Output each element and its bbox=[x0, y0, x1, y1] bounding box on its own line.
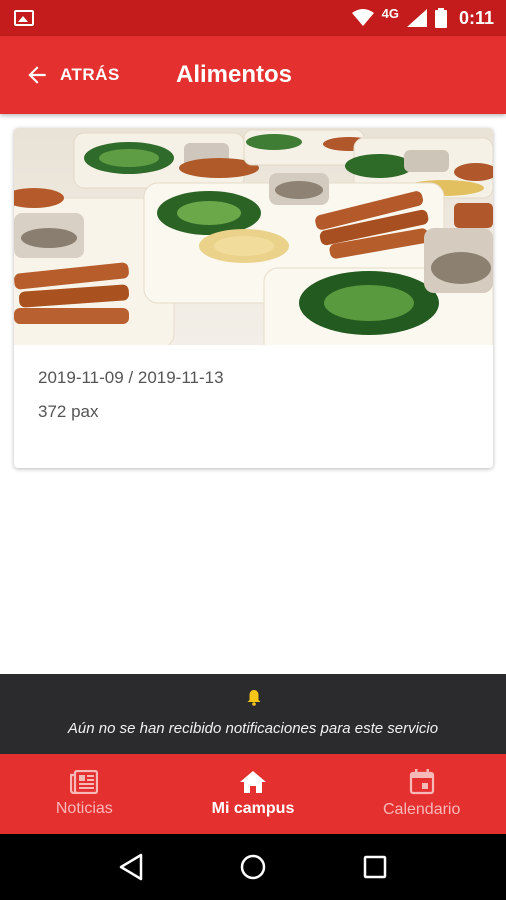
bell-icon bbox=[247, 690, 261, 706]
recents-square-icon bbox=[363, 855, 387, 879]
system-recents-button[interactable] bbox=[355, 847, 395, 887]
calendar-icon bbox=[409, 769, 434, 795]
signal-icon bbox=[406, 9, 427, 27]
status-bar: 4G 0:11 bbox=[0, 0, 506, 36]
home-circle-icon bbox=[240, 854, 266, 880]
notification-banner: Aún no se han recibido notificaciones pa… bbox=[0, 674, 506, 754]
system-nav-bar bbox=[0, 834, 506, 900]
nav-mi-campus[interactable]: Mi campus bbox=[169, 754, 338, 834]
event-pax: 372 pax bbox=[38, 402, 99, 421]
news-icon bbox=[70, 770, 99, 794]
image-icon bbox=[14, 10, 34, 26]
wifi-icon bbox=[351, 9, 374, 26]
app-bar: ATRÁS Alimentos bbox=[0, 36, 506, 114]
nav-calendario[interactable]: Calendario bbox=[337, 754, 506, 834]
notification-text: Aún no se han recibido notificaciones pa… bbox=[67, 720, 439, 737]
home-icon bbox=[240, 771, 266, 793]
nav-mi-campus-label: Mi campus bbox=[211, 800, 295, 817]
back-triangle-icon bbox=[119, 853, 143, 881]
back-label: ATRÁS bbox=[60, 65, 120, 84]
network-type: 4G bbox=[381, 5, 399, 21]
event-card[interactable]: 2019-11-09 / 2019-11-13 372 pax bbox=[14, 128, 493, 468]
food-trays-image bbox=[14, 128, 493, 345]
arrow-left-icon bbox=[28, 66, 46, 84]
nav-noticias[interactable]: Noticias bbox=[0, 754, 169, 834]
nav-noticias-label: Noticias bbox=[55, 800, 113, 817]
bottom-nav: Noticias Mi campus Calendario bbox=[0, 754, 506, 834]
event-dates: 2019-11-09 / 2019-11-13 bbox=[38, 368, 224, 387]
status-indicators: 4G 0:11 bbox=[351, 0, 494, 36]
back-button[interactable]: ATRÁS bbox=[24, 58, 120, 92]
system-home-button[interactable] bbox=[233, 847, 273, 887]
battery-icon bbox=[434, 8, 447, 28]
page-title: Alimentos bbox=[176, 61, 293, 88]
system-back-button[interactable] bbox=[111, 847, 151, 887]
clock: 0:11 bbox=[458, 7, 494, 28]
nav-calendario-label: Calendario bbox=[382, 801, 461, 818]
